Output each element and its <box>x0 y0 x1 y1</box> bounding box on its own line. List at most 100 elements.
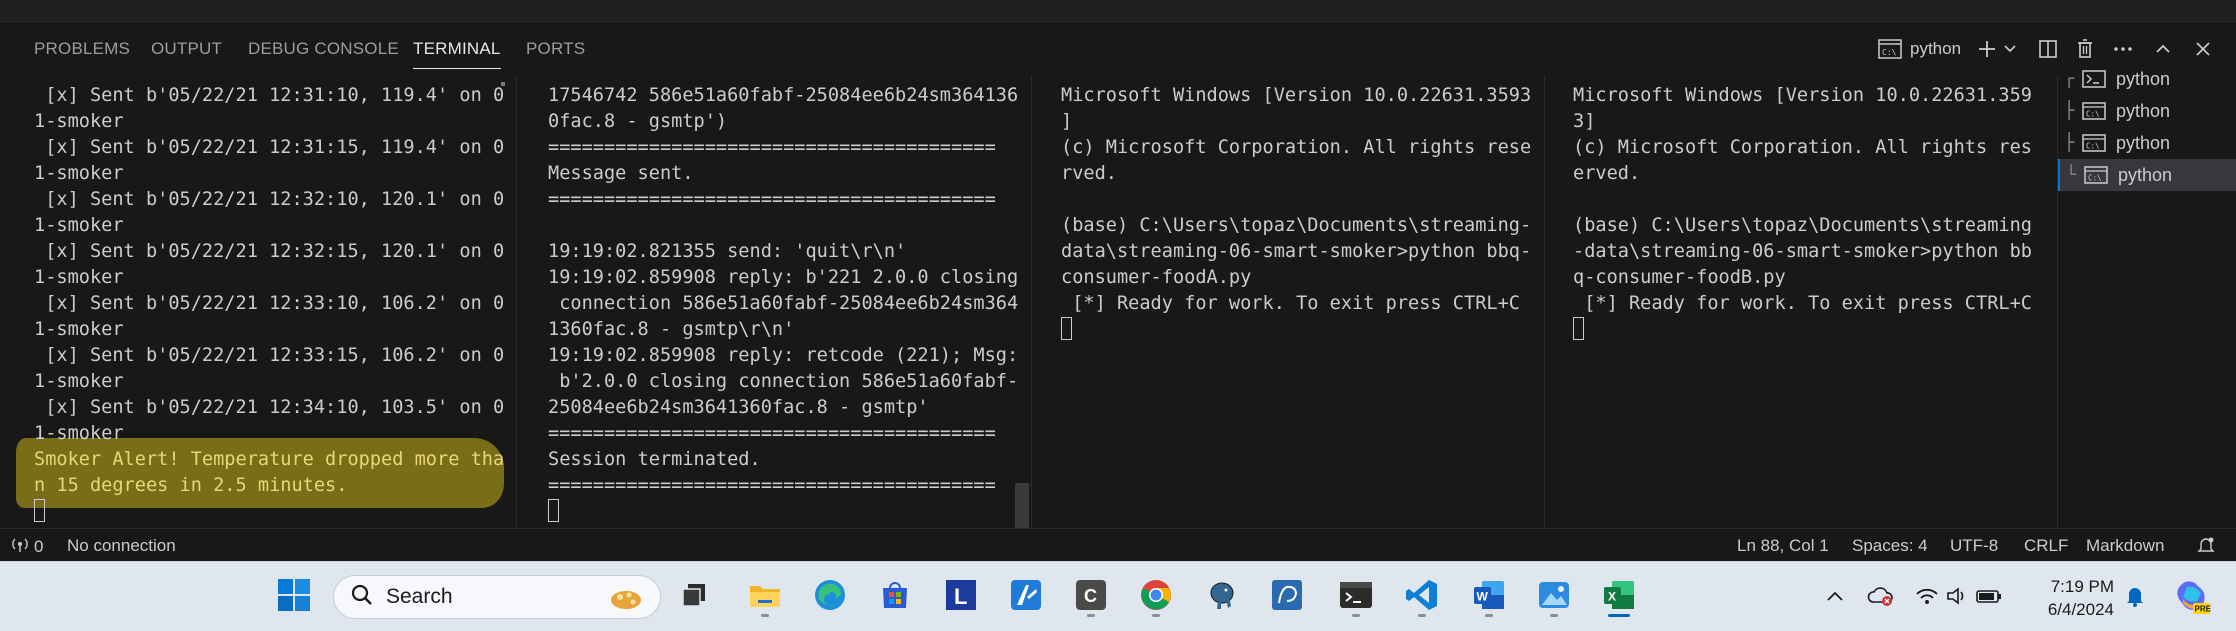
connection-status[interactable]: No connection <box>67 535 176 557</box>
terminal-line: Microsoft Windows [Version 10.0.22631.35… <box>1061 85 1532 106</box>
c-app-button[interactable]: C <box>1069 575 1113 619</box>
encoding-status[interactable]: UTF-8 <box>1950 535 1998 557</box>
running-indicator <box>1352 614 1360 617</box>
terminal-line: [x] Sent b'05/22/21 12:32:15, 120.1' on … <box>34 241 505 262</box>
terminal-line: ] <box>1061 111 1073 132</box>
notifications-button[interactable] <box>2196 535 2216 561</box>
file-explorer-button[interactable] <box>743 575 787 619</box>
trash-icon <box>2075 38 2095 60</box>
more-actions-button[interactable] <box>2110 34 2136 64</box>
terminal-list-item[interactable]: ├ C:\ python <box>2058 127 2236 159</box>
cloud-status-button[interactable] <box>1866 584 1896 612</box>
terminal-pane-4[interactable]: Microsoft Windows [Version 10.0.22631.35… <box>1545 76 2057 528</box>
bell-icon <box>2124 584 2146 613</box>
svg-text:C:\: C:\ <box>1882 48 1897 57</box>
terminal-line: [x] Sent b'05/22/21 12:33:10, 106.2' on … <box>34 293 505 314</box>
edge-button[interactable] <box>808 575 852 619</box>
windows-terminal-button[interactable] <box>1334 575 1378 619</box>
elephant-icon <box>1206 579 1238 616</box>
chrome-button[interactable] <box>1134 575 1178 619</box>
svg-text:C:\: C:\ <box>2088 174 2102 183</box>
excel-button[interactable]: X <box>1597 575 1641 619</box>
word-button[interactable]: W <box>1467 575 1511 619</box>
terminal-line: ======================================== <box>548 137 996 158</box>
windows-logo-icon <box>277 578 311 617</box>
indentation-status[interactable]: Spaces: 4 <box>1852 535 1928 557</box>
plus-icon <box>1977 39 1997 59</box>
terminal-list-item-active[interactable]: └ C:\ python <box>2058 159 2236 191</box>
terminal-line: (c) Microsoft Corporation. All rights re… <box>1061 137 1532 158</box>
tab-problems[interactable]: PROBLEMS <box>34 38 130 60</box>
terminal-line: 1-smoker <box>34 423 124 444</box>
svg-text:PRE: PRE <box>2195 604 2212 613</box>
terminal-line: [x] Sent b'05/22/21 12:31:15, 119.4' on … <box>34 137 505 158</box>
task-view-button[interactable] <box>672 575 716 619</box>
kill-terminal-button[interactable] <box>2072 34 2098 64</box>
terminal-icon <box>1339 580 1373 615</box>
tab-ports[interactable]: PORTS <box>526 38 585 60</box>
terminal-pane-1[interactable]: [x] Sent b'05/22/21 12:31:10, 119.4' on … <box>0 76 516 528</box>
maximize-panel-button[interactable] <box>2150 34 2176 64</box>
terminal-line: 1-smoker <box>34 111 124 132</box>
terminal-line: [x] Sent b'05/22/21 12:31:10, 119.4' on … <box>34 85 505 106</box>
terminal-list-item[interactable]: ├ C:\ python <box>2058 95 2236 127</box>
terminal-cursor <box>1573 317 1584 340</box>
language-mode[interactable]: Markdown <box>2086 535 2164 557</box>
launch-profile-button[interactable] <box>2001 34 2019 64</box>
terminal-line: q-consumer-foodB.py <box>1573 267 1786 288</box>
battery-button[interactable] <box>1974 584 2004 612</box>
wifi-button[interactable] <box>1914 584 1940 612</box>
taskbar-clock[interactable]: 7:19 PM 6/4/2024 <box>2034 575 2114 621</box>
taskbar-search[interactable]: Search <box>333 575 661 619</box>
terminal-line: rved. <box>1061 163 1117 184</box>
pgadmin-icon <box>1271 579 1303 616</box>
vscode-button[interactable] <box>1400 575 1444 619</box>
volume-button[interactable] <box>1944 584 1970 612</box>
notification-center-button[interactable] <box>2122 584 2148 612</box>
cmd-icon: C:\ <box>2084 166 2108 184</box>
pen-app-button[interactable] <box>1004 575 1048 619</box>
terminal-line: 1-smoker <box>34 267 124 288</box>
tab-terminal[interactable]: TERMINAL <box>413 38 501 69</box>
terminal-line: 1-smoker <box>34 215 124 236</box>
terminal-list-item[interactable]: ┌ python <box>2058 63 2236 95</box>
tab-debug-console[interactable]: DEBUG CONSOLE <box>248 38 399 60</box>
terminal-line: ======================================== <box>548 189 996 210</box>
ports-status[interactable]: 0 <box>10 535 43 559</box>
l-app-button[interactable]: L <box>939 575 983 619</box>
copilot-button[interactable]: PRE <box>2172 578 2212 618</box>
start-button[interactable] <box>272 575 316 619</box>
terminal-pane-3[interactable]: Microsoft Windows [Version 10.0.22631.35… <box>1032 76 1544 528</box>
terminal-line: (base) C:\Users\topaz\Documents\streamin… <box>1061 215 1532 236</box>
terminal-scrollbar-thumb[interactable] <box>1015 483 1029 528</box>
microsoft-store-button[interactable] <box>873 575 917 619</box>
terminal-cursor <box>1061 317 1072 340</box>
new-terminal-button[interactable] <box>1975 34 1999 64</box>
photos-button[interactable] <box>1532 575 1576 619</box>
chevron-down-icon <box>2003 44 2017 54</box>
tab-output[interactable]: OUTPUT <box>151 38 222 60</box>
terminal-line: ======================================== <box>548 475 996 496</box>
terminal-line: Message sent. <box>548 163 694 184</box>
terminal-line: 1-smoker <box>34 371 124 392</box>
c-app-icon: C <box>1075 579 1107 616</box>
terminal-output-2: 17546742 586e51a60fabf-25084ee6b24sm3641… <box>548 83 1018 525</box>
running-indicator <box>761 614 769 617</box>
close-panel-button[interactable] <box>2190 34 2216 64</box>
show-hidden-icons-button[interactable] <box>1822 584 1848 612</box>
running-indicator <box>1152 614 1160 617</box>
split-terminal-button[interactable] <box>2035 34 2061 64</box>
cursor-position[interactable]: Ln 88, Col 1 <box>1737 535 1829 557</box>
terminal-dropdown[interactable]: C:\ python <box>1878 34 1961 64</box>
terminal-line: 25084ee6b24sm3641360fac.8 - gsmtp' <box>548 397 929 418</box>
terminal-pane-2[interactable]: 17546742 586e51a60fabf-25084ee6b24sm3641… <box>517 76 1031 528</box>
eol-status[interactable]: CRLF <box>2024 535 2068 557</box>
terminal-line: 19:19:02.821355 send: 'quit\r\n' <box>548 241 907 262</box>
svg-text:C:\: C:\ <box>2086 142 2100 151</box>
postgresql-button[interactable] <box>1200 575 1244 619</box>
terminal-line: (base) C:\Users\topaz\Documents\streamin… <box>1573 215 2032 236</box>
wifi-icon <box>1915 586 1939 611</box>
pgadmin-button[interactable] <box>1265 575 1309 619</box>
terminal-line: [x] Sent b'05/22/21 12:32:10, 120.1' on … <box>34 189 505 210</box>
